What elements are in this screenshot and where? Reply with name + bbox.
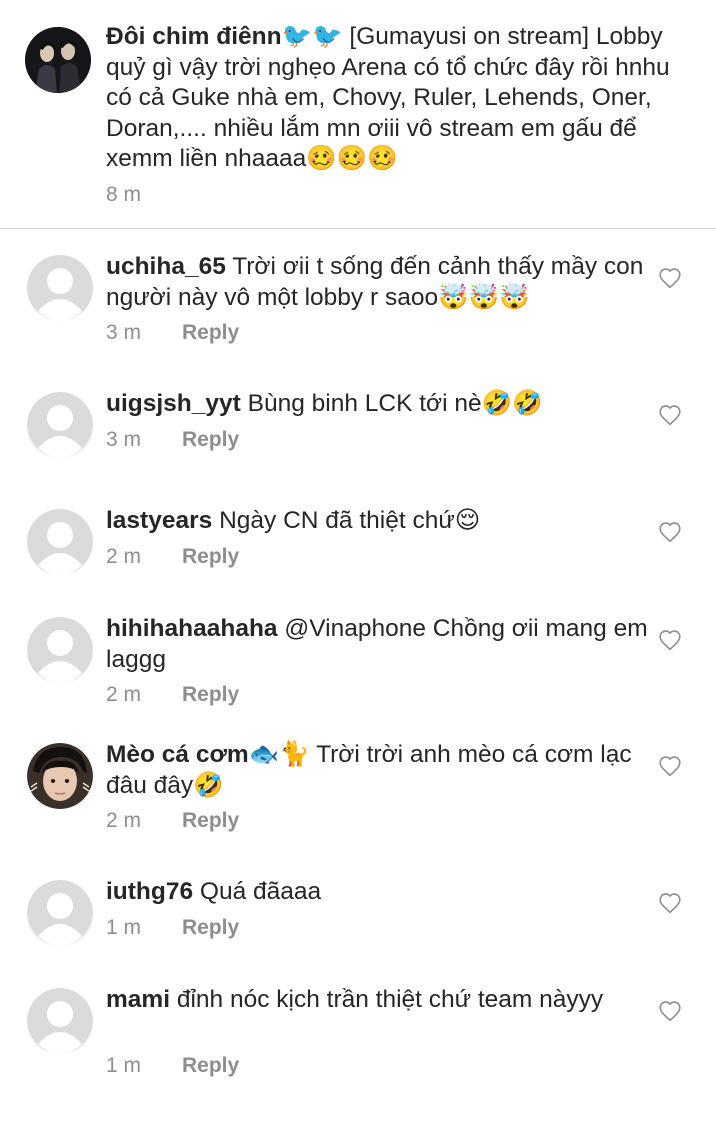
comment-text: uigsjsh_yyt Bùng binh LCK tới nè🤣🤣 xyxy=(106,389,662,420)
reply-button[interactable]: Reply xyxy=(182,683,239,707)
reply-button[interactable]: Reply xyxy=(182,809,239,833)
reply-button[interactable]: Reply xyxy=(182,428,239,452)
comment-text: uchiha_65 Trời ơii t sống đến cảnh thấy … xyxy=(106,252,662,313)
caption-text: Đôi chim điênn🐦🐦 [Gumayusi on stream] Lo… xyxy=(106,22,696,175)
comment-timestamp: 2 m xyxy=(106,544,142,568)
caption-timestamp: 8 m xyxy=(106,183,142,206)
heart-outline-icon xyxy=(659,405,681,426)
person-silhouette-icon xyxy=(27,988,93,1054)
like-button[interactable] xyxy=(658,521,682,543)
like-button[interactable] xyxy=(658,267,682,289)
comment-text: hihihahaahaha @Vinaphone Chồng ơii mang … xyxy=(106,614,662,675)
comment-username[interactable]: Mèo cá cơm🐟🐈 xyxy=(106,741,310,768)
comment-avatar[interactable] xyxy=(27,392,93,458)
reply-button[interactable]: Reply xyxy=(182,321,239,345)
like-button[interactable] xyxy=(658,755,682,777)
comment-timestamp: 1 m xyxy=(106,1054,142,1077)
heart-outline-icon xyxy=(659,522,681,543)
like-button[interactable] xyxy=(658,404,682,426)
heart-outline-icon xyxy=(659,893,681,914)
profile-photo-icon xyxy=(25,27,91,93)
comment-text: iuthg76 Quá đãaaa xyxy=(106,877,662,908)
comment-timestamp: 3 m xyxy=(106,321,142,344)
comment-timestamp: 3 m xyxy=(106,427,142,451)
comment-meta: 2 m Reply xyxy=(106,683,239,707)
profile-photo-icon xyxy=(27,743,93,809)
comment-username[interactable]: uigsjsh_yyt xyxy=(106,390,241,417)
comment-username[interactable]: uchiha_65 xyxy=(106,253,226,280)
comment-avatar[interactable] xyxy=(27,743,93,809)
caption-avatar[interactable] xyxy=(25,27,91,93)
comment-text: lastyears Ngày CN đã thiệt chứ😌 xyxy=(106,506,662,537)
reply-button[interactable]: Reply xyxy=(182,916,239,940)
comments-screen: Đôi chim điênn🐦🐦 [Gumayusi on stream] Lo… xyxy=(0,0,716,1121)
comment-meta: 2 m Reply xyxy=(106,545,239,569)
comment-avatar[interactable] xyxy=(27,988,93,1054)
comment-avatar[interactable] xyxy=(27,880,93,946)
comment-timestamp: 2 m xyxy=(106,683,142,706)
like-button[interactable] xyxy=(658,892,682,914)
comment-meta: 2 m Reply xyxy=(106,809,239,833)
comment-username[interactable]: iuthg76 xyxy=(106,878,193,905)
comment-body: Ngày CN đã thiệt chứ😌 xyxy=(212,507,481,534)
comment-avatar[interactable] xyxy=(27,509,93,575)
comment-meta: 1 m Reply xyxy=(106,916,239,940)
comment-username[interactable]: mami xyxy=(106,986,170,1013)
heart-outline-icon xyxy=(659,268,681,289)
like-button[interactable] xyxy=(658,629,682,651)
comment-timestamp: 1 m xyxy=(106,915,142,939)
like-button[interactable] xyxy=(658,1000,682,1022)
person-silhouette-icon xyxy=(27,617,93,683)
comment-avatar[interactable] xyxy=(27,255,93,321)
comment-text: Mèo cá cơm🐟🐈 Trời trời anh mèo cá cơm lạ… xyxy=(106,740,662,801)
comment-meta: 3 m Reply xyxy=(106,428,239,452)
comment-text: mami đỉnh nóc kịch trần thiệt chứ team n… xyxy=(106,985,662,1016)
comment-meta: 3 m Reply xyxy=(106,321,239,345)
person-silhouette-icon xyxy=(27,392,93,458)
reply-button[interactable]: Reply xyxy=(182,1054,239,1078)
post-caption: Đôi chim điênn🐦🐦 [Gumayusi on stream] Lo… xyxy=(0,0,716,229)
person-silhouette-icon xyxy=(27,880,93,946)
caption-username[interactable]: Đôi chim điênn🐦🐦 xyxy=(106,23,343,50)
comment-meta: 1 m Reply xyxy=(106,1054,239,1078)
heart-outline-icon xyxy=(659,630,681,651)
comment-body: Bùng binh LCK tới nè🤣🤣 xyxy=(240,390,543,417)
comment-username[interactable]: hihihahaahaha xyxy=(106,615,278,642)
person-silhouette-icon xyxy=(27,509,93,575)
heart-outline-icon xyxy=(659,1001,681,1022)
reply-button[interactable]: Reply xyxy=(182,545,239,569)
comment-timestamp: 2 m xyxy=(106,809,142,832)
comment-username[interactable]: lastyears xyxy=(106,507,212,534)
comment-body: Quá đãaaa xyxy=(193,878,322,905)
heart-outline-icon xyxy=(659,756,681,777)
caption-meta: 8 m xyxy=(106,183,182,207)
comment-body: đỉnh nóc kịch trần thiệt chứ team nàyyy xyxy=(170,986,604,1013)
person-silhouette-icon xyxy=(27,255,93,321)
comment-avatar[interactable] xyxy=(27,617,93,683)
